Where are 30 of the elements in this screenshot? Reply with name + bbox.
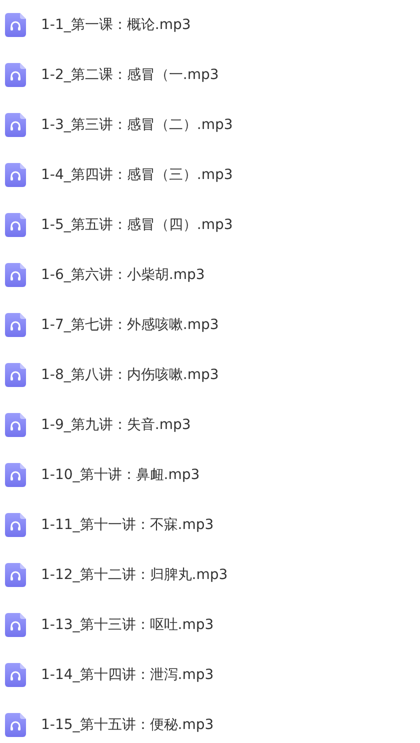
file-name[interactable]: 1-8_第八讲：内伤咳嗽.mp3 [41, 366, 219, 384]
audio-file-icon [5, 13, 26, 37]
audio-file-icon [5, 263, 26, 287]
file-name[interactable]: 1-5_第五讲：感冒（四）.mp3 [41, 216, 233, 234]
file-name[interactable]: 1-13_第十三讲：呕吐.mp3 [41, 616, 214, 634]
file-name[interactable]: 1-9_第九讲：失音.mp3 [41, 416, 191, 434]
audio-file-icon [5, 363, 26, 387]
file-name[interactable]: 1-15_第十五讲：便秘.mp3 [41, 716, 214, 734]
file-name[interactable]: 1-3_第三讲：感冒（二）.mp3 [41, 116, 233, 134]
file-name[interactable]: 1-7_第七讲：外感咳嗽.mp3 [41, 316, 219, 334]
file-name[interactable]: 1-14_第十四讲：泄泻.mp3 [41, 666, 214, 684]
audio-file-icon [5, 163, 26, 187]
file-name[interactable]: 1-11_第十一讲：不寐.mp3 [41, 516, 214, 534]
file-name[interactable]: 1-2_第二课：感冒（一.mp3 [41, 66, 219, 84]
file-name[interactable]: 1-10_第十讲：鼻衄.mp3 [41, 466, 200, 484]
audio-file-icon [5, 463, 26, 487]
audio-file-icon [5, 213, 26, 237]
file-name[interactable]: 1-1_第一课：概论.mp3 [41, 16, 191, 34]
audio-file-icon [5, 613, 26, 637]
file-name[interactable]: 1-12_第十二讲：归脾丸.mp3 [41, 566, 228, 584]
audio-file-icon [5, 513, 26, 537]
audio-file-icon [5, 63, 26, 87]
audio-file-icon [5, 413, 26, 437]
audio-file-icon [5, 113, 26, 137]
file-name[interactable]: 1-4_第四讲：感冒（三）.mp3 [41, 166, 233, 184]
audio-file-icon [5, 713, 26, 737]
file-name[interactable]: 1-6_第六讲：小柴胡.mp3 [41, 266, 205, 284]
audio-file-icon [5, 563, 26, 587]
audio-file-icon [5, 663, 26, 687]
audio-file-icon [5, 313, 26, 337]
